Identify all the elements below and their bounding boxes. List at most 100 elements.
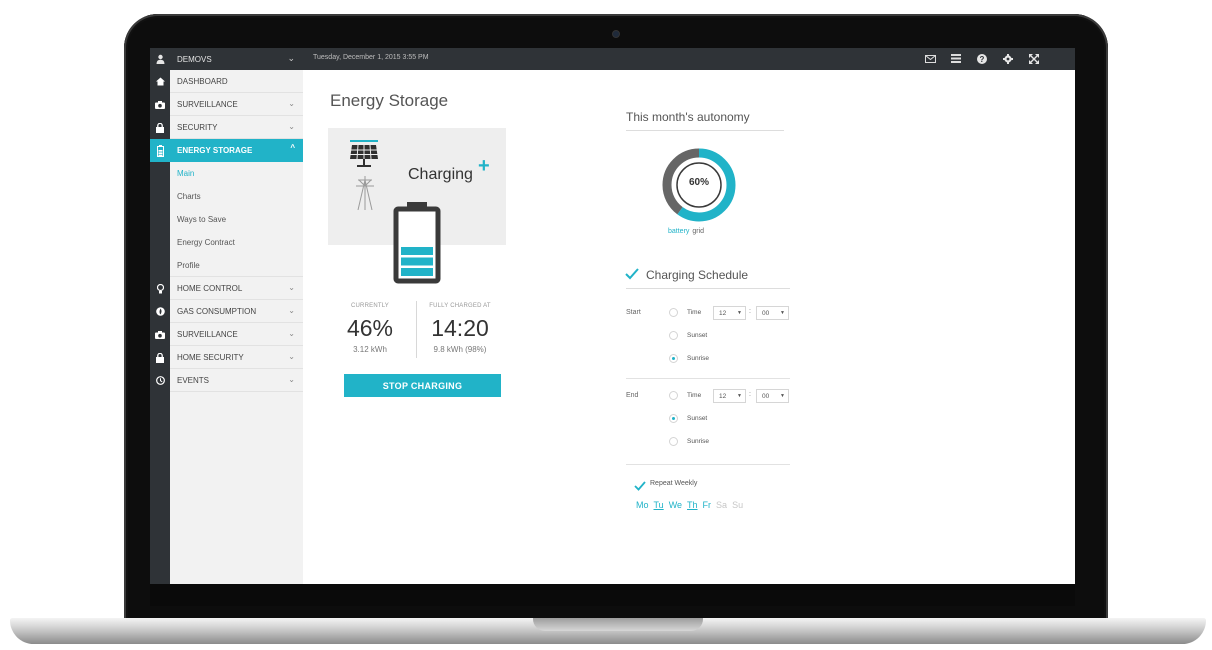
start-sunset-radio[interactable] (669, 331, 678, 340)
start-time-label: Time (687, 309, 702, 316)
lock-icon[interactable] (150, 116, 170, 139)
time-separator: : (749, 391, 751, 398)
sidebar-item-surveillance[interactable]: SURVEILLANCE ⌄ (170, 93, 303, 116)
flame-icon[interactable] (150, 300, 170, 323)
battery-level-icon (393, 202, 441, 289)
fully-charged-label: FULLY CHARGED AT (429, 303, 491, 309)
day-toggle-we[interactable]: We (669, 500, 682, 510)
day-toggle-mo[interactable]: Mo (636, 500, 649, 510)
end-sunset-label: Sunset (687, 415, 708, 422)
sidebar-item-label: EVENTS (177, 375, 210, 385)
solar-panel-icon (348, 140, 380, 175)
sidebar-subitem-main[interactable]: Main (170, 162, 303, 185)
stat-divider (416, 301, 417, 358)
start-hour-select[interactable]: 12 ▼ (713, 306, 746, 320)
sidebar-item-security[interactable]: SECURITY ⌄ (170, 116, 303, 139)
end-sunrise-radio[interactable] (669, 437, 678, 446)
end-time-radio[interactable] (669, 391, 678, 400)
start-sunrise-radio[interactable] (669, 354, 678, 363)
charging-schedule-title: Charging Schedule (646, 268, 749, 282)
home-icon[interactable] (150, 70, 170, 93)
sidebar-item-label: DASHBOARD (177, 76, 228, 86)
sidebar-item-home-control[interactable]: HOME CONTROL ⌄ (170, 277, 303, 300)
user-dropdown[interactable]: DEMOVS ⌄ (170, 48, 303, 70)
caret-down-icon: ▼ (737, 310, 742, 316)
mail-icon[interactable] (924, 52, 936, 65)
sidebar-subitem-ways-to-save[interactable]: Ways to Save (170, 208, 303, 231)
camera-icon[interactable] (150, 323, 170, 346)
help-icon[interactable]: ? (976, 52, 988, 65)
caret-down-icon: ▼ (737, 393, 742, 399)
sidebar-subitem-charts[interactable]: Charts (170, 185, 303, 208)
day-toggle-su[interactable]: Su (732, 500, 743, 510)
lock-icon[interactable] (150, 346, 170, 369)
start-time-radio[interactable] (669, 308, 678, 317)
divider (626, 130, 784, 131)
divider (626, 288, 790, 289)
list-icon[interactable] (950, 52, 962, 65)
current-charge-percent: 46% (346, 315, 394, 341)
current-charge-kwh: 3.12 kWh (353, 345, 387, 354)
svg-text:?: ? (980, 55, 985, 64)
sidebar-item-energy-storage[interactable]: ENERGY STORAGE ^ (170, 139, 303, 162)
sidebar-item-label: ENERGY STORAGE (177, 146, 253, 155)
chevron-up-icon: ^ (290, 143, 295, 152)
end-hour-select[interactable]: 12 ▼ (713, 389, 746, 403)
user-icon (150, 48, 170, 70)
sidebar-item-dashboard[interactable]: DASHBOARD (170, 70, 303, 93)
chevron-down-icon: ⌄ (288, 329, 295, 338)
sidebar-item-label: SURVEILLANCE (177, 99, 238, 109)
date-time: Tuesday, December 1, 2015 3:55 PM (313, 54, 429, 61)
chevron-down-icon: ⌄ (288, 306, 295, 315)
laptop-opening-notch (533, 618, 703, 631)
stop-charging-button[interactable]: STOP CHARGING (344, 374, 501, 397)
checkmark-icon[interactable] (634, 478, 646, 496)
sidebar-icon-column (150, 70, 170, 584)
charging-status-label: Charging (408, 166, 473, 183)
day-toggle-sa[interactable]: Sa (716, 500, 727, 510)
camera-icon[interactable] (150, 93, 170, 116)
caret-down-icon: ▼ (780, 310, 785, 316)
battery-icon[interactable] (150, 139, 170, 162)
chevron-down-icon: ⌄ (288, 122, 295, 131)
sidebar-item-label: GAS CONSUMPTION (177, 306, 257, 316)
battery-fill-bar (401, 257, 433, 266)
chevron-down-icon: ⌄ (288, 375, 295, 384)
start-minute-select[interactable]: 00 ▼ (756, 306, 789, 320)
start-sunrise-label: Sunrise (687, 355, 710, 362)
fully-charged-kwh: 9.8 kWh (98%) (433, 345, 487, 354)
chevron-down-icon: ⌄ (288, 352, 295, 361)
time-separator: : (749, 308, 751, 315)
caret-down-icon: ▼ (780, 393, 785, 399)
day-toggle-tu[interactable]: Tu (654, 500, 664, 510)
chevron-down-icon: ⌄ (288, 283, 295, 292)
start-label: Start (626, 309, 641, 316)
end-minute-select[interactable]: 00 ▼ (756, 389, 789, 403)
sidebar-item-events[interactable]: EVENTS ⌄ (170, 369, 303, 392)
day-toggle-fr[interactable]: Fr (703, 500, 712, 510)
sidebar-subitem-profile[interactable]: Profile (170, 254, 303, 277)
full-charge-stat: FULLY CHARGED AT 14:20 9.8 kWh (98%) (420, 303, 500, 354)
webcam (612, 30, 620, 38)
settings-icon[interactable] (1002, 52, 1014, 65)
divider (626, 378, 790, 379)
clock-icon[interactable] (150, 369, 170, 392)
sidebar-subitem-energy-contract[interactable]: Energy Contract (170, 231, 303, 254)
sidebar-item-home-security[interactable]: HOME SECURITY ⌄ (170, 346, 303, 369)
bulb-icon[interactable] (150, 277, 170, 300)
sidebar-item-gas-consumption[interactable]: GAS CONSUMPTION ⌄ (170, 300, 303, 323)
day-toggle-th[interactable]: Th (687, 500, 698, 510)
sidebar-item-label: HOME SECURITY (177, 352, 244, 362)
sidebar-item-surveillance-2[interactable]: SURVEILLANCE ⌄ (170, 323, 303, 346)
end-minute-value: 00 (762, 392, 770, 400)
end-sunset-radio[interactable] (669, 414, 678, 423)
checkmark-icon[interactable] (625, 267, 639, 285)
fullscreen-icon[interactable] (1028, 52, 1040, 65)
end-label: End (626, 392, 639, 399)
sidebar-item-label: SECURITY (177, 122, 218, 132)
current-charge-stat: CURRENTLY 46% 3.12 kWh (340, 303, 400, 354)
power-grid-icon (354, 176, 376, 215)
fully-charged-time: 14:20 (431, 315, 489, 341)
autonomy-percent: 60% (688, 177, 709, 188)
start-sunset-label: Sunset (687, 332, 708, 339)
